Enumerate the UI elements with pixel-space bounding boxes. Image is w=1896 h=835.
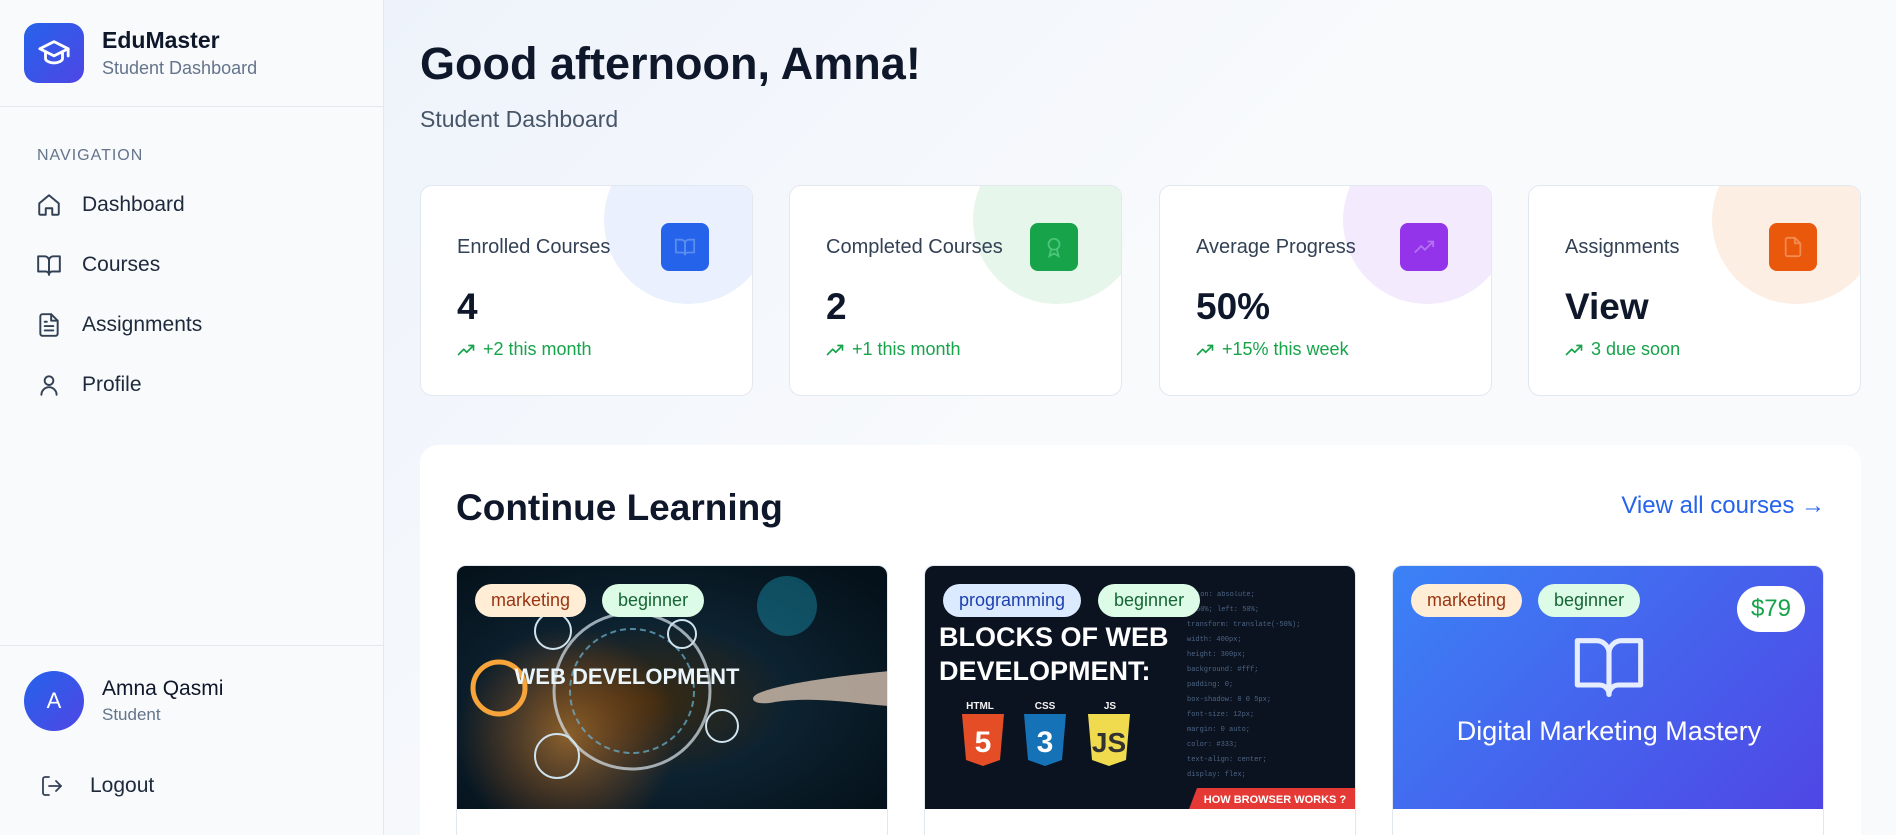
user-profile[interactable]: A Amna Qasmi Student: [24, 671, 223, 731]
course-card[interactable]: Digital Marketing Mastery marketing begi…: [1392, 565, 1824, 835]
stat-card-completed[interactable]: Completed Courses 2 +1 this month: [789, 185, 1122, 396]
svg-text:color: #333;: color: #333;: [1187, 741, 1237, 749]
level-badge: beginner: [1098, 584, 1201, 617]
main-content: Good afternoon, Amna! Student Dashboard …: [384, 0, 1896, 835]
html-label: HTML: [966, 701, 994, 712]
svg-text:5: 5: [975, 726, 992, 759]
trending-up-icon: [457, 344, 475, 355]
stat-card-assignments[interactable]: Assignments View 3 due soon: [1528, 185, 1861, 396]
svg-text:font-size: 12px;: font-size: 12px;: [1187, 711, 1254, 719]
document-icon: [39, 313, 59, 337]
brand-subtitle: Student Dashboard: [102, 58, 258, 78]
divider: [0, 106, 384, 107]
stat-label: Enrolled Courses: [457, 236, 611, 258]
trending-up-icon: [826, 344, 844, 355]
course-card[interactable]: position: absolute; top: 50%; left: 50%;…: [924, 565, 1356, 835]
user-name: Amna Qasmi: [102, 677, 224, 700]
thumbnail-caption: HOW BROWSER WORKS ?: [1204, 794, 1347, 806]
sidebar-item-label: Dashboard: [82, 193, 185, 216]
course-title: Digital Marketing Mastery: [1456, 716, 1762, 746]
trending-up-icon: [1196, 344, 1214, 355]
stat-trend: +15% this week: [1196, 339, 1349, 360]
award-icon: [1030, 223, 1078, 271]
graduation-cap-icon: [24, 23, 84, 83]
svg-text:background: #fff;: background: #fff;: [1187, 666, 1258, 674]
sidebar-item-label: Assignments: [82, 313, 203, 336]
stat-trend: +1 this month: [826, 339, 961, 360]
section-title: Continue Learning: [456, 487, 783, 528]
category-badge: programming: [943, 584, 1082, 617]
divider: [0, 645, 384, 646]
svg-text:width: 400px;: width: 400px;: [1187, 636, 1242, 644]
book-open-icon: [37, 255, 61, 276]
level-badge: beginner: [602, 584, 705, 617]
stat-trend-text: +1 this month: [852, 339, 961, 359]
brand[interactable]: EduMaster Student Dashboard: [24, 23, 257, 83]
stat-trend: 3 due soon: [1565, 339, 1680, 360]
continue-learning-panel: Continue Learning View all courses → WEB…: [420, 445, 1861, 835]
avatar: A: [24, 671, 84, 731]
svg-text:margin: 0 auto;: margin: 0 auto;: [1187, 726, 1250, 734]
stat-card-enrolled[interactable]: Enrolled Courses 4 +2 this month: [420, 185, 753, 396]
page-title: Good afternoon, Amna!: [420, 38, 921, 89]
category-badge: marketing: [475, 584, 587, 617]
category-badge: marketing: [1411, 584, 1523, 617]
price-badge: $79: [1736, 586, 1805, 632]
logout-icon: [42, 776, 62, 796]
sidebar-item-label: Courses: [82, 253, 161, 276]
stat-trend: +2 this month: [457, 339, 592, 360]
svg-text:height: 300px;: height: 300px;: [1187, 651, 1246, 659]
logout-label: Logout: [90, 774, 155, 797]
stat-label: Completed Courses: [826, 236, 1003, 258]
svg-text:text-align: center;: text-align: center;: [1187, 756, 1267, 764]
stat-label: Assignments: [1565, 236, 1680, 258]
thumbnail-text: WEB DEVELOPMENT: [515, 664, 740, 689]
view-all-courses-link[interactable]: View all courses →: [1621, 492, 1825, 520]
book-open-icon: [1574, 638, 1644, 698]
js-label: JS: [1104, 701, 1117, 712]
brand-name: EduMaster: [102, 27, 220, 53]
nav-heading: NAVIGATION: [37, 147, 144, 164]
svg-text:box-shadow: 0 0 5px;: box-shadow: 0 0 5px;: [1187, 696, 1271, 704]
stat-value: 2: [826, 286, 847, 327]
stat-card-progress[interactable]: Average Progress 50% +15% this week: [1159, 185, 1492, 396]
css-label: CSS: [1035, 701, 1056, 712]
page-subtitle: Student Dashboard: [420, 106, 619, 132]
trending-up-icon: [1400, 223, 1448, 271]
sidebar-item-dashboard[interactable]: Dashboard: [36, 192, 185, 218]
stat-value: 50%: [1196, 286, 1271, 327]
sidebar-item-courses[interactable]: Courses: [36, 252, 160, 278]
stat-trend-text: +2 this month: [483, 339, 592, 359]
level-badge: beginner: [1538, 584, 1641, 617]
trending-up-icon: [1565, 344, 1583, 355]
thumbnail-text: BLOCKS OF WEB: [939, 622, 1169, 652]
thumbnail-text: DEVELOPMENT:: [939, 656, 1151, 686]
svg-text:padding: 0;: padding: 0;: [1187, 681, 1233, 689]
stat-trend-text: +15% this week: [1222, 339, 1349, 359]
sidebar-item-profile[interactable]: Profile: [36, 372, 142, 398]
sidebar: EduMaster Student Dashboard NAVIGATION D…: [0, 0, 384, 835]
stat-trend-text: 3 due soon: [1591, 339, 1681, 359]
user-role: Student: [102, 705, 161, 724]
user-icon: [40, 375, 58, 396]
logout-button[interactable]: Logout: [40, 774, 154, 798]
stat-label: Average Progress: [1196, 236, 1356, 258]
home-icon: [38, 194, 60, 216]
sidebar-item-assignments[interactable]: Assignments: [36, 312, 202, 338]
book-icon: [661, 223, 709, 271]
stat-value: View: [1565, 286, 1649, 327]
document-icon: [1769, 223, 1817, 271]
stat-value: 4: [457, 286, 478, 327]
sidebar-item-label: Profile: [82, 373, 142, 396]
svg-text:JS: JS: [1092, 727, 1126, 758]
svg-text:3: 3: [1037, 726, 1054, 759]
svg-text:display: flex;: display: flex;: [1187, 771, 1246, 779]
course-card[interactable]: WEB DEVELOPMENT marketing beginner: [456, 565, 888, 835]
svg-text:transform: translate(-50%);: transform: translate(-50%);: [1187, 621, 1300, 629]
